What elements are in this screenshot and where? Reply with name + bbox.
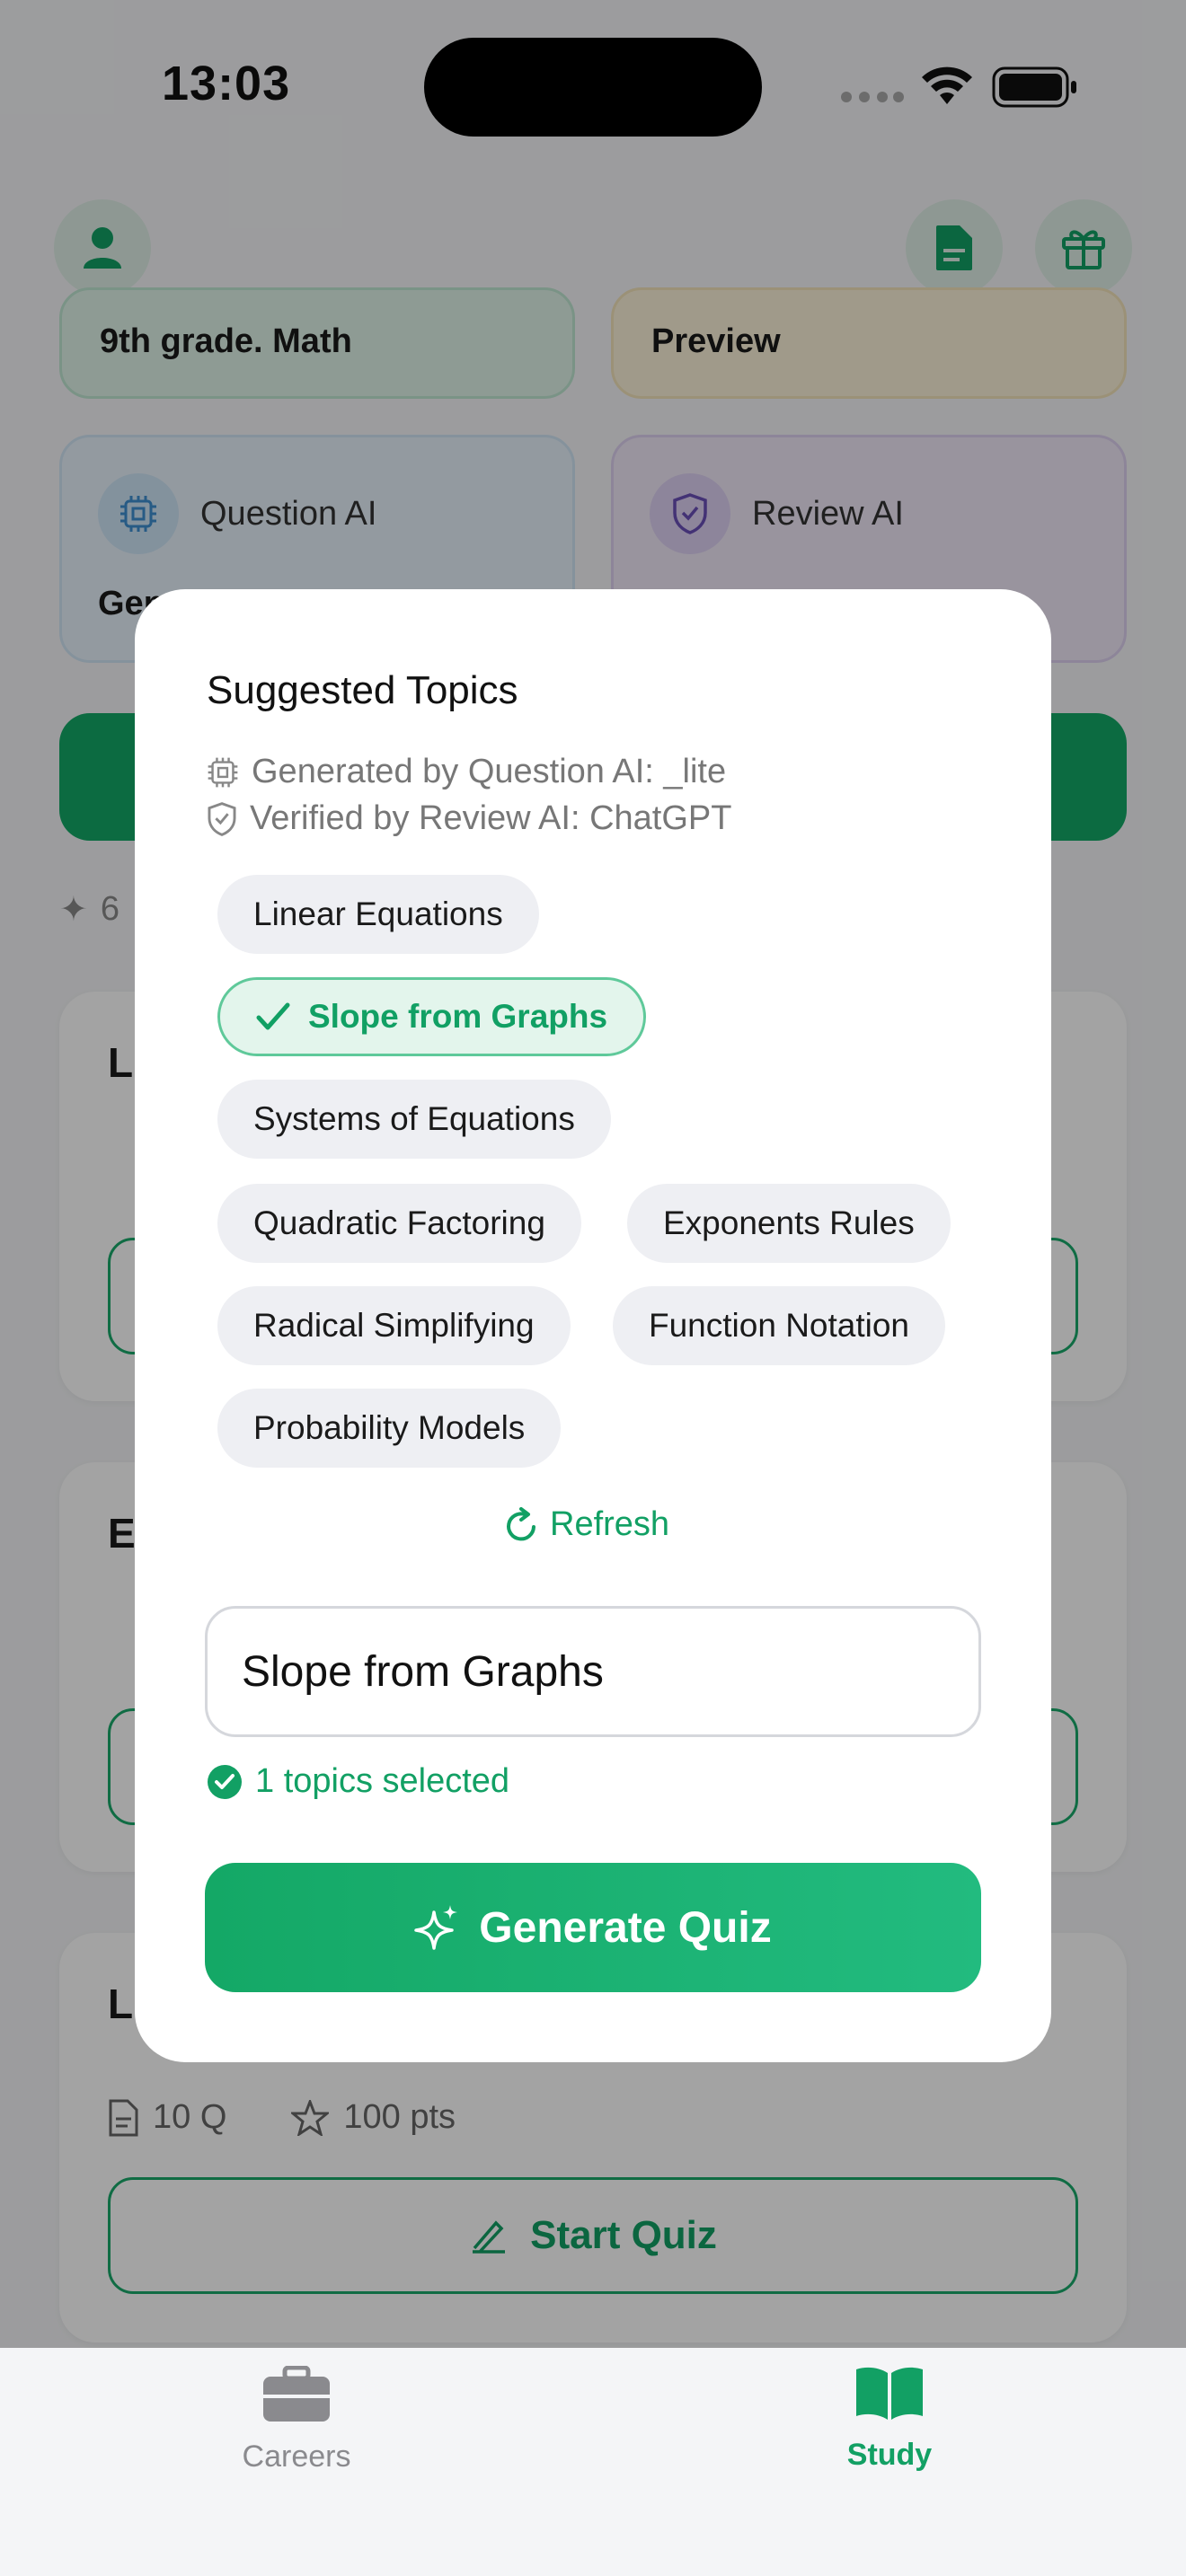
tab-bar: Careers Study (0, 2348, 1186, 2576)
topic-chip[interactable]: Linear Equations (217, 875, 539, 954)
topic-chip[interactable]: Probability Models (217, 1389, 562, 1468)
topic-chip[interactable]: Function Notation (613, 1286, 946, 1365)
topic-chip[interactable]: Quadratic Factoring (217, 1184, 581, 1263)
verified-by-line: Verified by Review AI: ChatGPT (207, 799, 731, 838)
selection-count-text: 1 topics selected (255, 1762, 510, 1800)
topic-chip-label: Exponents Rules (663, 1204, 915, 1241)
topic-input[interactable]: Slope from Graphs (205, 1606, 981, 1737)
book-icon (856, 2367, 923, 2420)
refresh-icon (507, 1506, 535, 1540)
topic-chip-label: Function Notation (649, 1307, 910, 1344)
topic-chip[interactable]: Radical Simplifying (217, 1286, 571, 1365)
generated-by-text: Generated by Question AI: _lite (252, 753, 727, 790)
selection-count: 1 topics selected (207, 1762, 509, 1801)
topic-chip[interactable]: Exponents Rules (627, 1184, 951, 1263)
topic-chip-label: Probability Models (253, 1409, 526, 1446)
topic-chip-label: Linear Equations (253, 895, 503, 932)
modal-title: Suggested Topics (207, 668, 518, 712)
generate-quiz-label: Generate Quiz (479, 1903, 772, 1952)
shield-check-icon (208, 801, 236, 836)
generate-quiz-button[interactable]: Generate Quiz (205, 1863, 981, 1992)
topic-chip[interactable]: Systems of Equations (217, 1080, 611, 1159)
tab-careers-label: Careers (242, 2439, 351, 2474)
suggested-topics-modal: Suggested Topics Generated by Question A… (135, 589, 1051, 2062)
refresh-label: Refresh (550, 1505, 670, 1543)
generated-by-line: Generated by Question AI: _lite (207, 753, 726, 791)
topic-chip-label: Radical Simplifying (253, 1307, 535, 1344)
checkmark-icon (256, 1002, 290, 1030)
verified-by-text: Verified by Review AI: ChatGPT (250, 799, 732, 837)
topic-chip-label: Slope from Graphs (308, 998, 608, 1035)
topic-chip-label: Systems of Equations (253, 1100, 575, 1137)
tab-study[interactable]: Study (800, 2366, 979, 2501)
briefcase-icon (263, 2366, 330, 2422)
refresh-button[interactable]: Refresh (505, 1505, 669, 1544)
topic-chip-label: Quadratic Factoring (253, 1204, 545, 1241)
sparkles-icon (414, 1905, 458, 1950)
topic-chip-selected[interactable]: Slope from Graphs (217, 977, 647, 1056)
tab-study-label: Study (846, 2438, 933, 2472)
cpu-icon (208, 757, 238, 787)
topic-input-value: Slope from Graphs (242, 1647, 604, 1696)
tab-careers[interactable]: Careers (207, 2366, 386, 2501)
check-circle-icon (208, 1764, 242, 1799)
